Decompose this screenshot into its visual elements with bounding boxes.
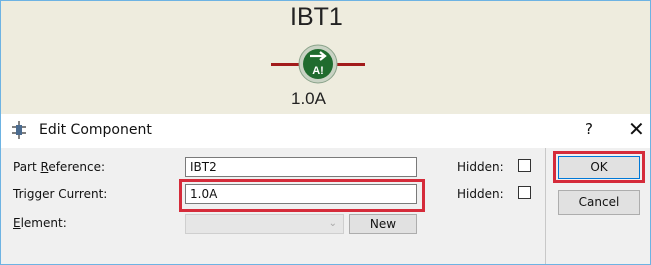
dialog-titlebar: Edit Component ? ✕ <box>1 114 650 148</box>
hidden-checkbox-part-reference[interactable] <box>518 159 531 172</box>
symbol-glyph: A! <box>312 65 324 77</box>
hidden-label-1: Hidden: <box>457 160 504 174</box>
ok-button[interactable]: OK <box>558 156 640 179</box>
dialog-title: Edit Component <box>39 122 152 138</box>
hidden-label-2: Hidden: <box>457 187 504 201</box>
element-label: Element: <box>13 216 67 230</box>
schematic-canvas[interactable]: IBT1 A! 1.0A <box>1 1 650 114</box>
trigger-current-label: Trigger Current: <box>13 187 108 201</box>
component-name-label: IBT1 <box>290 3 343 31</box>
new-element-button[interactable]: New <box>349 214 417 234</box>
dialog-body: Part Reference: IBT2 Hidden: Trigger Cur… <box>1 148 650 264</box>
component-value-label: 1.0A <box>291 89 326 108</box>
part-reference-field[interactable]: IBT2 <box>185 157 417 177</box>
hidden-checkbox-trigger-current[interactable] <box>518 186 531 199</box>
chevron-down-icon: ⌄ <box>328 218 337 229</box>
element-select[interactable]: ⌄ <box>185 214 344 234</box>
cancel-button[interactable]: Cancel <box>558 190 640 215</box>
button-column-divider <box>545 148 546 264</box>
component-pins-icon <box>12 121 26 139</box>
part-reference-label: Part Reference: <box>13 160 105 174</box>
trigger-current-field[interactable]: 1.0A <box>185 184 417 204</box>
current-breakpoint-symbol[interactable]: A! <box>297 43 339 85</box>
close-button[interactable]: ✕ <box>628 117 645 141</box>
help-button[interactable]: ? <box>585 120 593 138</box>
